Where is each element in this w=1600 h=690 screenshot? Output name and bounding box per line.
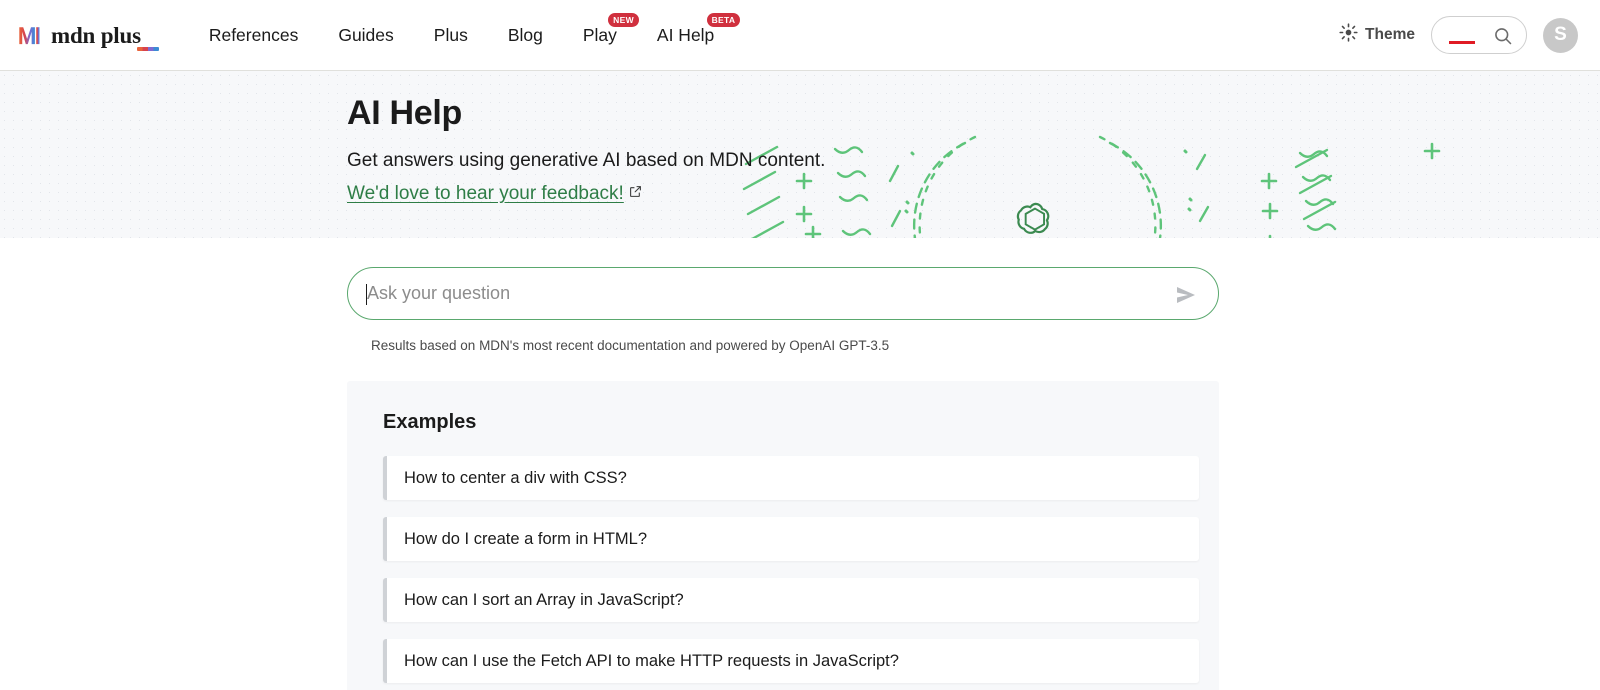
- search-input[interactable]: [1431, 16, 1527, 54]
- nav-label: Play: [582, 24, 617, 45]
- logo-underline-accent: [137, 47, 159, 51]
- new-badge: NEW: [608, 12, 639, 27]
- site-header: mdn plus References Guides Plus Blog Pla…: [0, 0, 1600, 71]
- hero-banner: AI Help Get answers using generative AI …: [0, 71, 1600, 238]
- nav-item-references[interactable]: References: [189, 19, 319, 52]
- theme-toggle-button[interactable]: Theme: [1339, 23, 1415, 47]
- search-icon[interactable]: [1493, 26, 1513, 51]
- nav-label: References: [208, 24, 299, 45]
- send-arrow-icon[interactable]: [1175, 284, 1199, 311]
- main-content: Ask your question Results based on MDN's…: [0, 238, 1600, 690]
- sun-icon: [1339, 23, 1358, 47]
- nav-label: Blog: [507, 24, 543, 45]
- mdn-plus-logo-link[interactable]: mdn plus: [18, 22, 159, 51]
- ask-question-input[interactable]: Ask your question: [347, 267, 1219, 320]
- theme-label: Theme: [1365, 26, 1415, 43]
- main-navigation: References Guides Plus Blog Play NEW AI …: [189, 12, 741, 52]
- nav-item-plus[interactable]: Plus: [414, 19, 488, 52]
- nav-item-guides[interactable]: Guides: [318, 19, 413, 52]
- avatar-initial: S: [1554, 24, 1567, 45]
- ask-input-placeholder: Ask your question: [367, 283, 511, 303]
- example-item[interactable]: How to center a div with CSS?: [383, 456, 1199, 500]
- openai-logo: [1016, 202, 1050, 234]
- hero-subtitle: Get answers using generative AI based on…: [347, 150, 826, 172]
- user-avatar[interactable]: S: [1543, 17, 1578, 53]
- feedback-link-row: We'd love to hear your feedback!: [347, 183, 1600, 205]
- nav-item-play[interactable]: Play NEW: [563, 12, 639, 52]
- ask-disclaimer-text: Results based on MDN's most recent docum…: [371, 338, 890, 353]
- content-column: Ask your question Results based on MDN's…: [347, 267, 1219, 690]
- logo-text: mdn plus: [51, 22, 141, 48]
- text-caret: [366, 284, 368, 305]
- page-title: AI Help: [347, 94, 463, 132]
- external-link-icon: [629, 185, 642, 203]
- examples-heading: Examples: [383, 411, 477, 433]
- header-actions: Theme S: [1339, 16, 1578, 54]
- nav-label: Plus: [433, 24, 468, 45]
- search-spellcheck-underline: [1449, 41, 1475, 44]
- example-item[interactable]: How can I use the Fetch API to make HTTP…: [383, 639, 1199, 683]
- mdn-m-logo-icon: [18, 22, 44, 48]
- hero-content: AI Help Get answers using generative AI …: [0, 71, 1600, 205]
- nav-item-ai-help[interactable]: AI Help BETA: [637, 12, 741, 52]
- examples-panel: Examples How to center a div with CSS? H…: [347, 381, 1219, 690]
- nav-label: AI Help: [656, 24, 715, 45]
- feedback-link[interactable]: We'd love to hear your feedback!: [347, 183, 624, 205]
- example-item[interactable]: How do I create a form in HTML?: [383, 517, 1199, 561]
- beta-badge: BETA: [706, 12, 741, 27]
- example-item[interactable]: How can I sort an Array in JavaScript?: [383, 578, 1199, 622]
- nav-label: Guides: [338, 24, 394, 45]
- nav-item-blog[interactable]: Blog: [488, 19, 563, 52]
